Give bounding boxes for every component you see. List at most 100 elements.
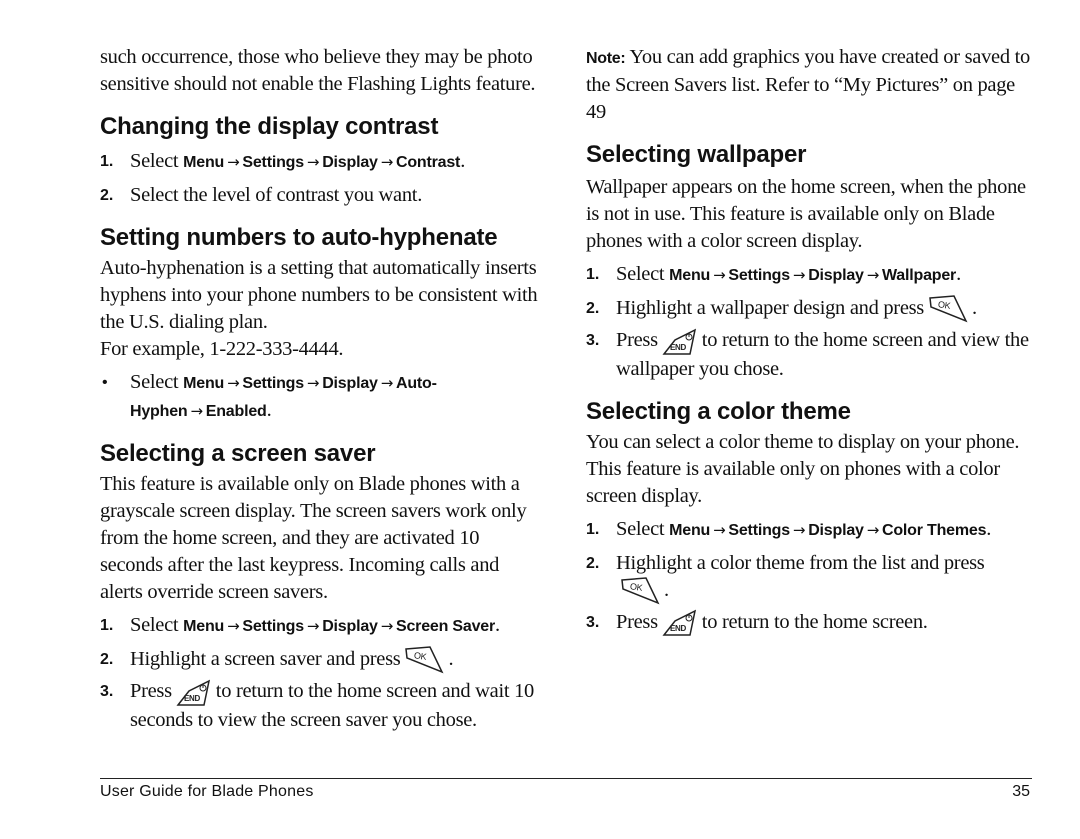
step-text: Select the level of contrast you want. xyxy=(130,184,423,206)
menu-path-item: Menu xyxy=(183,154,225,171)
menu-path-item: Settings xyxy=(728,267,790,284)
step-number: 1. xyxy=(100,153,114,170)
step-text: . xyxy=(448,648,454,670)
arrow-icon: → xyxy=(227,617,240,635)
section-paragraph: This feature is available only on Blade … xyxy=(100,473,527,603)
section-heading: Setting numbers to auto-hyphenate xyxy=(100,224,498,251)
step-text: Select xyxy=(130,614,184,636)
step-number: 2. xyxy=(586,554,600,572)
page-number: 35 xyxy=(1012,783,1030,800)
step-text: . xyxy=(971,297,977,319)
menu-path-item: Settings xyxy=(242,375,304,392)
note-label: Note: xyxy=(586,50,626,67)
step-text: . xyxy=(664,578,669,601)
svg-text:OK: OK xyxy=(629,581,643,593)
section-wallpaper: Selecting wallpaper Wallpaper appears on… xyxy=(586,140,1031,383)
step-text: Highlight a color theme from the list an… xyxy=(616,551,985,574)
step-text: Select xyxy=(616,263,670,285)
ok-key-icon: OK xyxy=(929,295,968,323)
step-text: Select xyxy=(130,150,184,172)
note-paragraph: Note: You can add graphics you have crea… xyxy=(586,44,1031,126)
step-text: Highlight a wallpaper design and press xyxy=(616,297,924,319)
menu-path-item: Display xyxy=(322,154,378,171)
step-item: 1. Select Menu → Settings → Display → Contrast. xyxy=(100,148,545,176)
section-color-theme: Selecting a color theme You can select a… xyxy=(586,397,1031,638)
arrow-icon: → xyxy=(713,266,726,284)
left-column: such occurrence, those who believe they … xyxy=(100,44,545,734)
steps-list: 1. Select Menu → Settings → Display → Wallpaper… xyxy=(586,261,1031,383)
bullet-icon: • xyxy=(102,374,108,391)
end-key-icon: END xyxy=(662,609,696,636)
step-suffix: . xyxy=(986,517,992,540)
arrow-icon: → xyxy=(190,402,203,420)
bullet-list: • Select Menu → Settings → Display → Auto-Hyphe… xyxy=(100,369,545,425)
step-number: 3. xyxy=(100,683,114,701)
step-number: 2. xyxy=(100,187,114,204)
step-number: 3. xyxy=(586,332,600,350)
menu-path-item: Screen Saver xyxy=(396,618,496,635)
section-paragraph: Auto-hyphenation is a setting that autom… xyxy=(100,257,538,333)
section-heading: Selecting a screen saver xyxy=(100,440,376,467)
arrow-icon: → xyxy=(380,153,394,171)
svg-text:END: END xyxy=(184,694,201,703)
step-item: 1. Select Menu → Settings → Display → Screen Sa… xyxy=(100,612,545,640)
svg-text:END: END xyxy=(670,624,687,633)
right-column: Note: You can add graphics you have crea… xyxy=(586,44,1031,637)
section-paragraph: Wallpaper appears on the home screen, wh… xyxy=(586,176,1026,252)
footer-title: User Guide for Blade Phones xyxy=(100,783,314,800)
intro-paragraph: such occurrence, those who believe they … xyxy=(100,46,536,95)
step-number: 1. xyxy=(100,617,114,634)
step-item: 2. Select the level of contrast you want… xyxy=(100,182,545,209)
note-text: You can add graphics you have created or… xyxy=(586,46,1030,123)
step-number: 1. xyxy=(586,266,600,283)
step-text: Select xyxy=(616,517,670,540)
section-heading: Selecting wallpaper xyxy=(586,141,807,168)
arrow-icon: → xyxy=(306,153,320,171)
menu-path-item: Display xyxy=(322,375,378,392)
bullet-item: • Select Menu → Settings → Display → Auto-Hyphe… xyxy=(100,369,545,425)
arrow-icon: → xyxy=(306,617,320,635)
arrow-icon: → xyxy=(866,266,880,284)
step-text: Press xyxy=(616,610,658,633)
menu-path-item: Enabled xyxy=(205,403,267,420)
step-item: 3. Press END to return to the home screen a… xyxy=(586,327,1031,382)
section-display-contrast: Changing the display contrast 1. Select M… xyxy=(100,112,545,209)
arrow-icon: → xyxy=(227,153,240,171)
steps-list: 1. Select Menu → Settings → Display → Contrast.… xyxy=(100,148,545,209)
step-text: Press xyxy=(616,329,658,352)
step-item: 3. Press END to return to the home screen. xyxy=(586,609,1031,637)
arrow-icon: → xyxy=(792,520,806,539)
menu-path-item: Contrast xyxy=(396,154,461,171)
end-key-icon: END xyxy=(662,328,696,355)
step-item: 2. Highlight a screen saver and press OK. xyxy=(100,646,545,674)
arrow-icon: → xyxy=(866,520,880,539)
menu-path-item: Color Themes xyxy=(882,521,987,539)
step-item: 2. Highlight a wallpaper design and press… xyxy=(586,295,1031,323)
arrow-icon: → xyxy=(792,266,806,284)
footer-divider xyxy=(100,778,1032,779)
menu-path-item: Menu xyxy=(669,267,711,284)
step-number: 2. xyxy=(586,300,600,317)
menu-path-item: Display xyxy=(808,521,864,539)
step-suffix: . xyxy=(495,614,500,636)
section-paragraph: You can select a color theme to display … xyxy=(586,430,1020,507)
step-suffix: . xyxy=(266,399,272,421)
svg-text:END: END xyxy=(670,343,687,352)
step-item: 3. Press END to return to the home screen a… xyxy=(100,678,545,733)
menu-path-item: Display xyxy=(808,267,864,284)
svg-text:OK: OK xyxy=(937,300,951,312)
step-suffix: . xyxy=(460,150,466,172)
menu-path-item: Settings xyxy=(242,154,304,171)
step-text: Select xyxy=(130,371,184,393)
arrow-icon: → xyxy=(713,520,726,539)
steps-list: 1. Select Menu → Settings → Display → Screen Sa… xyxy=(100,612,545,734)
svg-text:OK: OK xyxy=(414,651,428,663)
step-text: Press xyxy=(130,680,172,703)
end-key-icon: END xyxy=(176,679,210,706)
step-item: 1. Select Menu → Settings → Display → Color The… xyxy=(586,516,1031,544)
menu-path-item: Settings xyxy=(242,618,304,635)
menu-path-item: Menu xyxy=(183,375,225,392)
arrow-icon: → xyxy=(227,374,240,392)
step-item: 1. Select Menu → Settings → Display → Wallpaper… xyxy=(586,261,1031,289)
menu-path-item: Menu xyxy=(669,521,711,539)
